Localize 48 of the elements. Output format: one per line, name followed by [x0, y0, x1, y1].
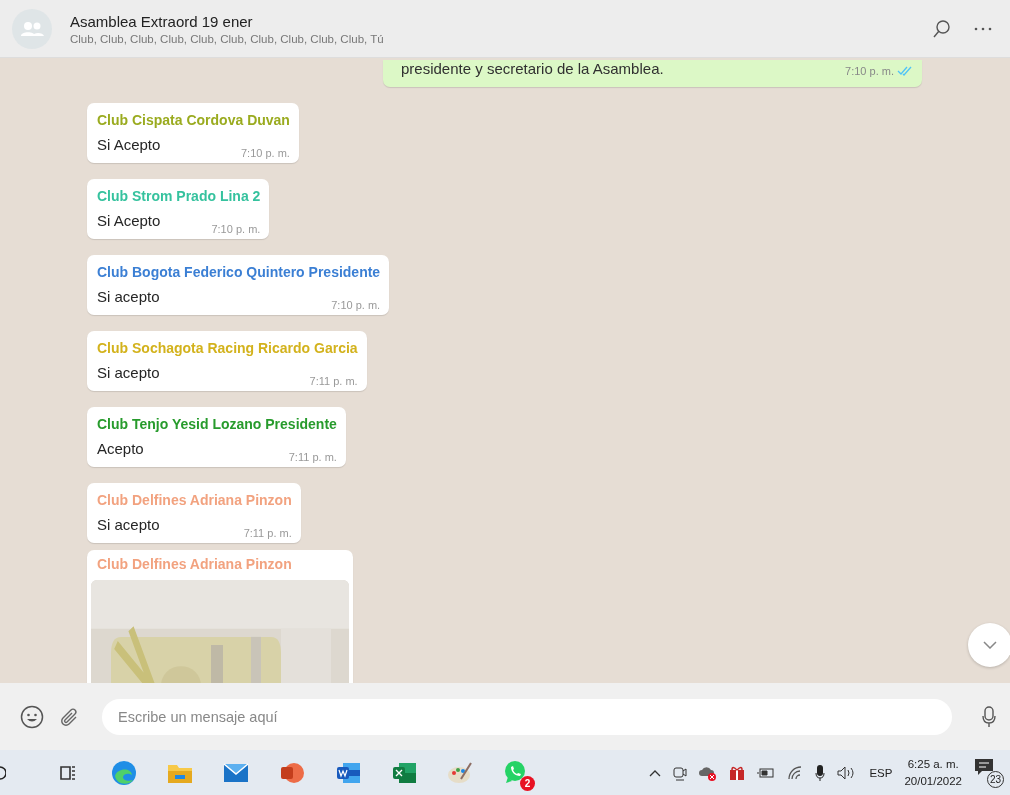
clock-date[interactable]: 20/01/2022 — [904, 772, 962, 790]
chevron-down-icon — [983, 641, 997, 649]
message-text: Si Acepto — [97, 136, 161, 153]
message-time: 7:11 p. m. — [287, 451, 337, 463]
microphone-icon[interactable] — [982, 705, 996, 728]
notification-badge: 2 — [520, 775, 535, 791]
clock-time[interactable]: 6:25 a. m. — [907, 755, 959, 773]
spreadsheet-app-icon[interactable] — [391, 760, 417, 785]
camera-icon[interactable] — [673, 764, 688, 781]
task-view-icon[interactable] — [59, 764, 77, 781]
message-time: 7:10 p. m. — [210, 223, 261, 235]
message-text: Si acepto — [97, 364, 160, 381]
sender-name: Club Sochagota Racing Ricardo Garcia — [97, 340, 358, 356]
language-indicator[interactable]: ESP — [869, 766, 893, 779]
cloud-icon[interactable] — [699, 764, 718, 781]
message-text: Si acepto — [97, 288, 160, 305]
message-text: presidente y secretario de la Asamblea. — [400, 60, 664, 77]
caret-up-icon[interactable] — [649, 768, 662, 777]
message-text: Si Acepto — [97, 212, 161, 229]
chat-title: Asamblea Extraord 19 ener — [70, 12, 254, 30]
message-text: Si acepto — [97, 516, 160, 533]
gift-icon[interactable] — [729, 764, 746, 781]
message-time: 7:10 p. m. — [845, 65, 894, 77]
mail-icon[interactable] — [223, 762, 249, 783]
notifications-icon[interactable] — [974, 757, 994, 776]
message-input[interactable]: Escribe un mensaje aquí — [102, 698, 952, 735]
more-options-icon[interactable] — [974, 26, 992, 31]
message-time: 7:11 p. m. — [242, 527, 292, 539]
document-app-icon[interactable] — [335, 760, 361, 785]
presentation-app-icon[interactable] — [279, 760, 305, 785]
emoji-icon[interactable] — [20, 704, 44, 729]
browser-icon[interactable] — [111, 759, 137, 786]
sender-name: Club Cispata Cordova Duvan — [97, 112, 290, 128]
sender-name: Club Bogota Federico Quintero Presidente — [97, 264, 381, 280]
battery-icon[interactable] — [757, 766, 776, 779]
sender-name: Club Delfines Adriana Pinzon — [97, 492, 292, 508]
microphone-icon[interactable] — [815, 764, 826, 781]
participants-list: Club, Club, Club, Club, Club, Club, Club, Club, Club, Club, Tú — [70, 32, 914, 45]
palette-icon[interactable] — [447, 760, 473, 785]
sender-name: Club Strom Prado Lina 2 — [97, 188, 261, 204]
notification-count: 23 — [987, 770, 1004, 788]
message-time: 7:10 p. m. — [240, 147, 290, 159]
wifi-icon[interactable] — [787, 765, 804, 780]
sender-name: Club Delfines Adriana Pinzon — [96, 556, 293, 572]
message-time: 7:11 p. m. — [308, 375, 358, 387]
message-text: Acepto — [97, 440, 144, 457]
sender-name: Club Tenjo Yesid Lozano Presidente — [97, 416, 337, 432]
message-time: 7:10 p. m. — [330, 299, 381, 311]
